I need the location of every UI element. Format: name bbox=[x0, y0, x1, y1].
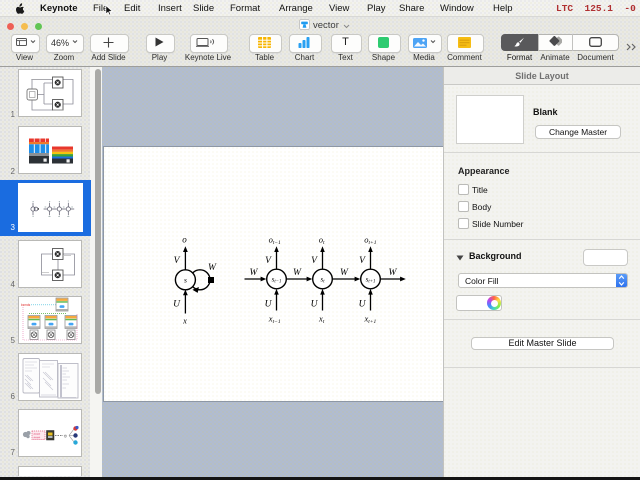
svg-text:U: U bbox=[359, 300, 367, 310]
svg-text:ot−1: ot−1 bbox=[269, 235, 281, 247]
svg-text:ot+1: ot+1 bbox=[364, 235, 376, 247]
svg-text:x: x bbox=[182, 316, 187, 326]
svg-text:W: W bbox=[389, 268, 398, 278]
svg-text:W: W bbox=[208, 263, 217, 273]
svg-text:⚙: ⚙ bbox=[64, 434, 68, 439]
svg-text:s: s bbox=[184, 276, 187, 285]
svg-text:####: #### bbox=[34, 436, 41, 440]
svg-text:V: V bbox=[265, 256, 272, 266]
svg-text:W: W bbox=[250, 268, 259, 278]
svg-text:xt: xt bbox=[318, 314, 325, 326]
svg-text:V: V bbox=[359, 256, 366, 266]
svg-text:W: W bbox=[293, 268, 302, 278]
svg-text:U: U bbox=[173, 300, 181, 310]
svg-text:U: U bbox=[311, 300, 319, 310]
svg-text:xt−1: xt−1 bbox=[268, 314, 281, 326]
svg-text:xt+1: xt+1 bbox=[364, 314, 377, 326]
svg-text:V: V bbox=[311, 256, 318, 266]
svg-text:ksmds: ksmds bbox=[21, 303, 31, 307]
svg-text:ot: ot bbox=[319, 235, 325, 247]
svg-text:W: W bbox=[340, 268, 349, 278]
svg-text:U: U bbox=[265, 300, 273, 310]
svg-text:o: o bbox=[182, 235, 187, 245]
svg-text:V: V bbox=[174, 256, 181, 266]
